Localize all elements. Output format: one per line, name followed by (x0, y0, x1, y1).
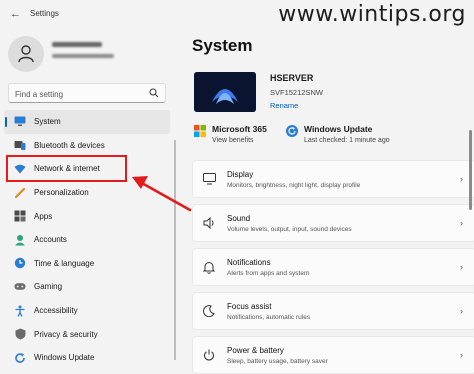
monitor-icon (14, 116, 26, 128)
sidebar-item-label: Privacy & security (34, 329, 98, 339)
rename-link[interactable]: Rename (270, 101, 298, 110)
sidebar-item-label: Bluetooth & devices (34, 140, 105, 150)
display-icon (203, 173, 216, 185)
sidebar-item-label: Apps (34, 211, 53, 221)
content-scrollbar[interactable] (469, 130, 472, 210)
sidebar-item-label: Personalization (34, 188, 89, 198)
account-icon (14, 234, 26, 246)
user-email-redacted (52, 54, 114, 58)
sidebar-item-accessibility[interactable]: Accessibility (4, 299, 170, 323)
bluetooth-devices-icon (14, 139, 26, 151)
sidebar-item-privacy-security[interactable]: Privacy & security (4, 322, 170, 346)
sidebar-item-label: Windows Update (34, 353, 95, 363)
chevron-right-icon: › (460, 218, 463, 228)
shield-icon (14, 328, 26, 340)
annotation-highlight-box (6, 155, 127, 182)
device-thumbnail (194, 72, 256, 112)
app-title: Settings (30, 9, 59, 18)
content-pane: System HSERVER SVF15212SNW Rename Micros… (182, 28, 474, 374)
sidebar-nav: System Bluetooth & devices Network & int… (4, 110, 170, 370)
sidebar-item-time-language[interactable]: Time & language (4, 252, 170, 276)
globe-clock-icon (14, 257, 26, 269)
sidebar-item-system[interactable]: System (4, 110, 170, 134)
card-title: Focus assist (227, 302, 272, 311)
brush-icon (14, 187, 26, 199)
back-arrow-icon[interactable]: ← (10, 8, 21, 20)
card-subtitle: Sleep, battery usage, battery saver (227, 358, 328, 365)
card-title: Notifications (227, 258, 271, 267)
sidebar-item-label: Accounts (34, 235, 67, 245)
settings-card-notifications[interactable]: Notifications Alerts from apps and syste… (192, 248, 474, 286)
sidebar-item-label: Accessibility (34, 306, 78, 316)
card-subtitle: Notifications, automatic rules (227, 314, 311, 321)
moon-icon (203, 305, 215, 317)
avatar[interactable] (8, 36, 44, 72)
sidebar-item-label: System (34, 117, 61, 127)
quick-link-subtitle: Last checked: 1 minute ago (304, 137, 390, 144)
chevron-right-icon: › (460, 306, 463, 316)
quick-link-title: Windows Update (304, 124, 373, 134)
quick-link-title: Microsoft 365 (212, 124, 267, 134)
title-bar: ← Settings www.wintips.org (0, 0, 474, 28)
person-icon (18, 45, 34, 63)
card-subtitle: Alerts from apps and system (227, 270, 310, 277)
sidebar-item-gaming[interactable]: Gaming (4, 275, 170, 299)
card-title: Power & battery (227, 346, 284, 355)
settings-card-sound[interactable]: Sound Volume levels, output, input, soun… (192, 204, 474, 242)
microsoft-logo-icon (194, 125, 206, 137)
search-input[interactable] (9, 85, 139, 104)
gamepad-icon (14, 281, 26, 293)
user-name-redacted (52, 42, 102, 47)
settings-card-display[interactable]: Display Monitors, brightness, night ligh… (192, 160, 474, 198)
page-title: System (192, 36, 253, 55)
card-subtitle: Monitors, brightness, night light, displ… (227, 182, 361, 189)
chevron-right-icon: › (460, 262, 463, 272)
sidebar-item-label: Gaming (34, 282, 63, 292)
sidebar-item-bluetooth-devices[interactable]: Bluetooth & devices (4, 134, 170, 158)
speaker-icon (203, 217, 214, 229)
apps-icon (14, 210, 26, 222)
card-title: Sound (227, 214, 251, 223)
card-subtitle: Volume levels, output, input, sound devi… (227, 226, 352, 233)
quick-link-subtitle: View benefits (212, 137, 254, 144)
update-icon (14, 352, 26, 364)
settings-cards: Display Monitors, brightness, night ligh… (192, 160, 474, 374)
settings-card-focus-assist[interactable]: Focus assist Notifications, automatic ru… (192, 292, 474, 330)
bell-icon (203, 262, 215, 274)
device-model: SVF15212SNW (270, 88, 323, 97)
search-box[interactable] (8, 83, 166, 104)
accessibility-icon (14, 305, 26, 317)
watermark: www.wintips.org (278, 2, 466, 27)
search-icon (149, 88, 159, 98)
sidebar-item-accounts[interactable]: Accounts (4, 228, 170, 252)
chevron-right-icon: › (460, 350, 463, 360)
settings-card-power-battery[interactable]: Power & battery Sleep, battery usage, ba… (192, 336, 474, 374)
chevron-right-icon: › (460, 174, 463, 184)
card-title: Display (227, 170, 254, 179)
sidebar-item-windows-update[interactable]: Windows Update (4, 346, 170, 370)
windows-update-icon (286, 125, 298, 137)
sidebar-item-label: Time & language (34, 258, 95, 268)
device-name: HSERVER (270, 73, 314, 83)
power-icon (204, 349, 214, 361)
